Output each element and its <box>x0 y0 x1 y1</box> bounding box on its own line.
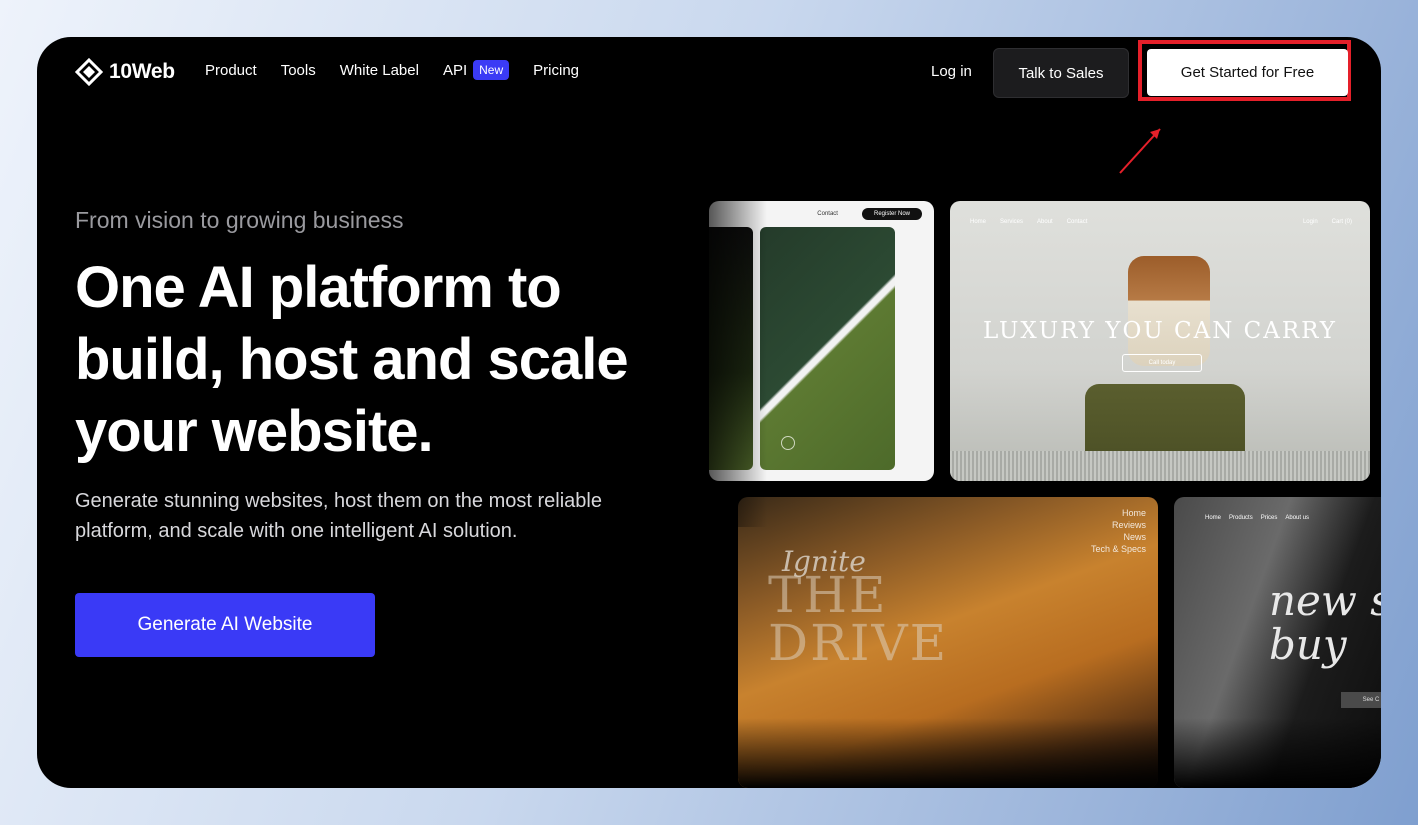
showcase-card-car: Home Reviews News Tech & Specs Ignite TH… <box>738 497 1158 788</box>
generate-ai-website-button[interactable]: Generate AI Website <box>75 593 375 657</box>
nav-api-label: API <box>442 61 468 79</box>
card1-register-button: Register Now <box>861 208 922 220</box>
hero-title: One AI platform to build, host and scale… <box>75 255 629 464</box>
card2-nav: Home Services About Contact <box>970 219 1087 225</box>
card4-fade <box>1174 718 1381 788</box>
card2-login: Login <box>1302 219 1318 225</box>
nav-tools[interactable]: Tools <box>281 62 316 79</box>
card3-menu-item: Home <box>1121 508 1146 518</box>
new-badge: New <box>473 60 510 80</box>
card4-menu-item: Prices <box>1260 515 1278 521</box>
card2-nav-item: About <box>1037 219 1053 225</box>
card4-menu: Home Products Prices About us <box>1205 515 1309 521</box>
card3-fade <box>738 718 1158 788</box>
get-started-button[interactable]: Get Started for Free <box>1147 49 1348 96</box>
card1-panel-tennis <box>760 227 895 470</box>
card4-menu-item: Home <box>1205 515 1222 521</box>
card4-menu-item: About us <box>1285 515 1310 521</box>
card3-headline: THE DRIVE <box>768 566 949 672</box>
nav-pricing[interactable]: Pricing <box>533 62 579 79</box>
brand-logo[interactable]: 10Web <box>75 57 175 87</box>
hero-description: Generate stunning websites, host them on… <box>75 490 602 542</box>
play-icon <box>781 436 795 450</box>
card3-menu: Home Reviews News Tech & Specs <box>1091 507 1146 555</box>
card4-button: See C <box>1341 692 1381 708</box>
card3-menu-item: Reviews <box>1111 520 1146 530</box>
showcase-left-fade <box>677 187 767 527</box>
card2-nav-right: Login Cart (0) <box>1303 219 1352 225</box>
card2-nav-item: Home <box>970 219 987 225</box>
brand-name: 10Web <box>109 60 175 83</box>
grate-image <box>950 451 1370 481</box>
card1-play <box>781 436 795 450</box>
nav-product[interactable]: Product <box>205 62 257 79</box>
card4-headline: new s buy <box>1269 576 1381 669</box>
card2-headline: LUXURY YOU CAN CARRY <box>983 318 1337 344</box>
card1-nav-contact: Contact <box>817 211 838 217</box>
card4-menu-item: Products <box>1229 515 1253 521</box>
showcase-card-luxury: Home Services About Contact Login Cart (… <box>950 201 1370 481</box>
login-link[interactable]: Log in <box>931 63 972 80</box>
bag-image <box>1128 256 1210 366</box>
card2-cart: Cart (0) <box>1331 219 1352 225</box>
hero-subtitle: From vision to growing business <box>75 207 404 233</box>
nav-api[interactable]: API New <box>442 60 510 80</box>
page-frame: 10Web Product Tools White Label API New … <box>37 37 1381 788</box>
annotation-arrow-icon <box>1119 128 1161 174</box>
logo-icon <box>75 58 103 86</box>
card2-nav-item: Services <box>1000 219 1024 225</box>
card3-menu-item: News <box>1123 532 1146 542</box>
nav-white-label[interactable]: White Label <box>340 62 419 79</box>
card2-nav-item: Contact <box>1066 219 1088 225</box>
talk-to-sales-button[interactable]: Talk to Sales <box>993 48 1129 98</box>
main-nav: Product Tools White Label API New Pricin… <box>205 60 579 80</box>
card2-call-button: Call today <box>1122 354 1202 372</box>
card3-menu-item: Tech & Specs <box>1090 544 1146 554</box>
showcase-card-fashion: Home Products Prices About us new s buy … <box>1174 497 1381 788</box>
